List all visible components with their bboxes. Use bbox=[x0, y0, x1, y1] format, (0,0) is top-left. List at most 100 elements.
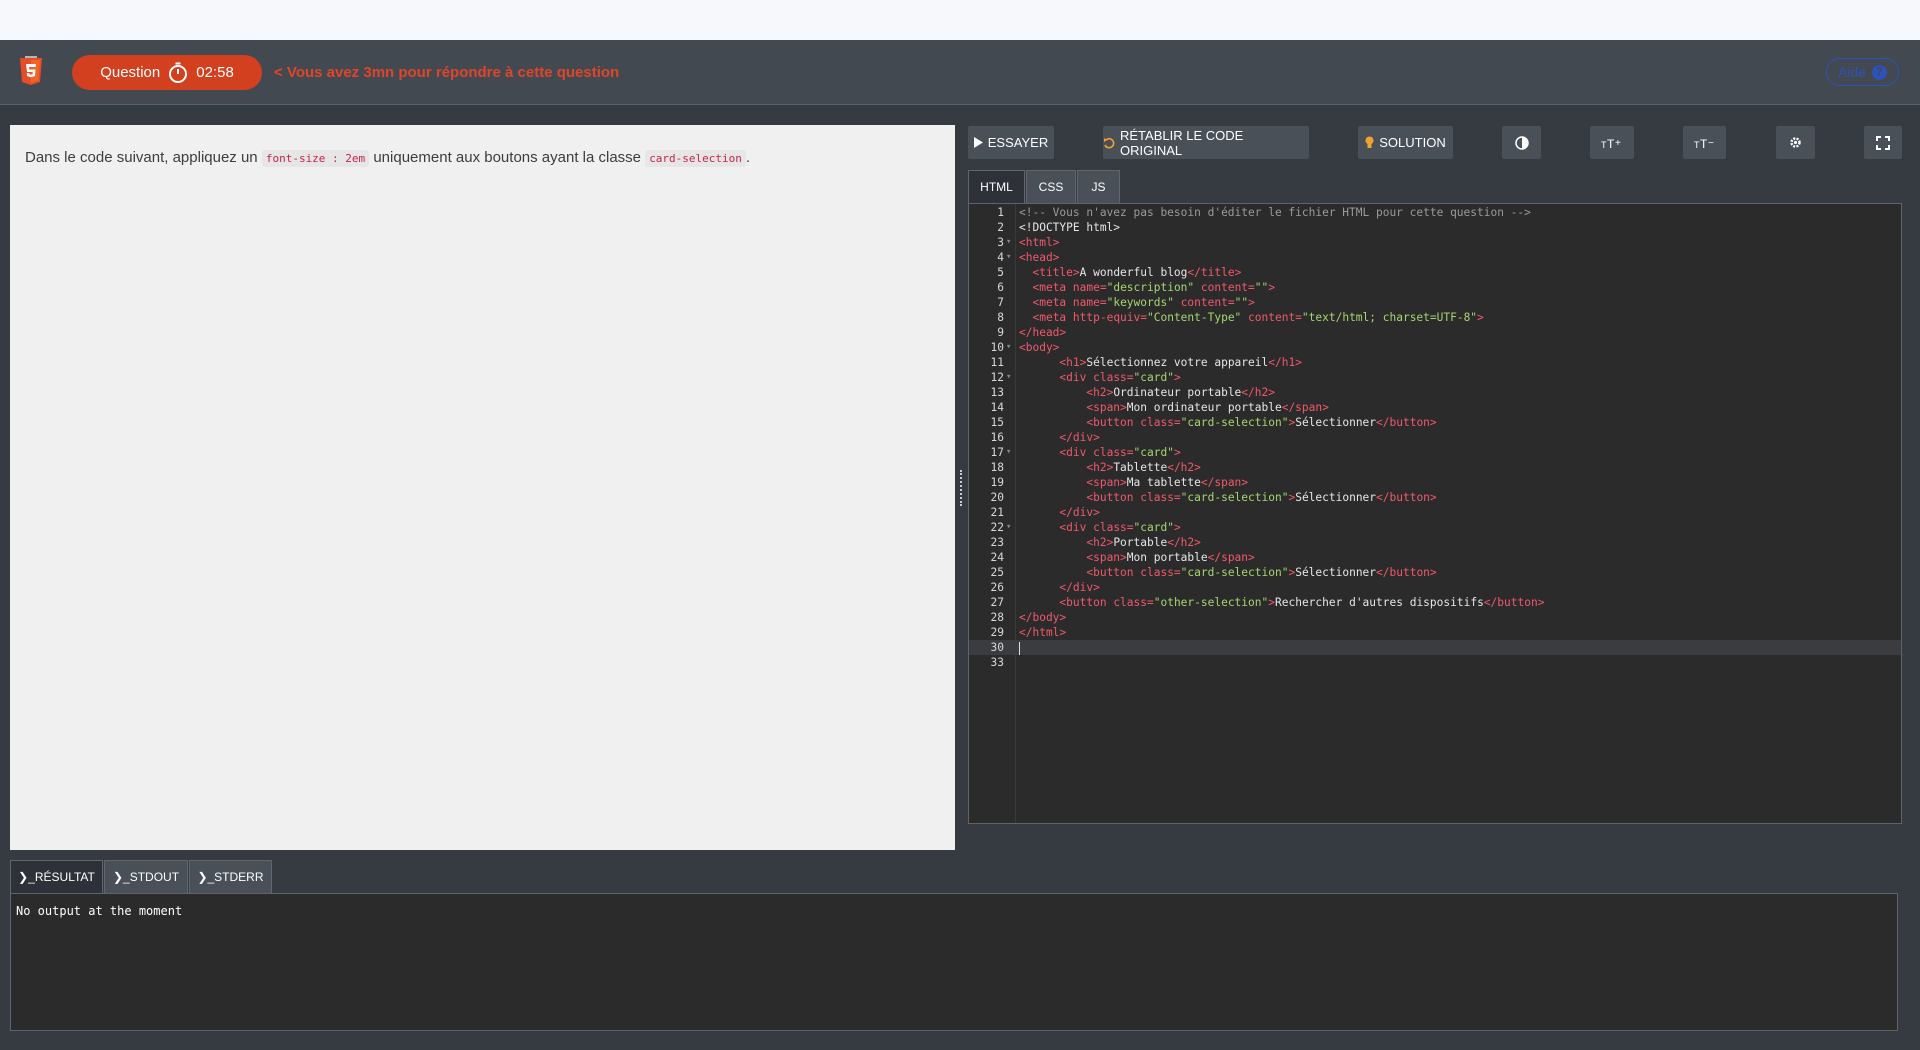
solution-button[interactable]: SOLUTION bbox=[1358, 126, 1453, 159]
code-token: <h2> bbox=[1086, 461, 1114, 474]
code-line[interactable]: 2 <!DOCTYPE html> bbox=[969, 220, 1901, 235]
instruction-code-font-size: font-size : 2em bbox=[261, 150, 370, 167]
code-line[interactable]: 30 bbox=[969, 640, 1901, 655]
code-line[interactable]: 9 </head> bbox=[969, 325, 1901, 340]
tab-html[interactable]: HTML bbox=[968, 170, 1025, 203]
fullscreen-button[interactable] bbox=[1864, 126, 1902, 159]
code-line[interactable]: 7 <meta name="keywords" content=""> bbox=[969, 295, 1901, 310]
code-token: class= bbox=[1140, 566, 1181, 579]
code-token: > bbox=[1268, 281, 1276, 294]
code-token: <div bbox=[1059, 521, 1094, 534]
solution-label: SOLUTION bbox=[1379, 135, 1446, 150]
code-line[interactable]: 1 <!-- Vous n'avez pas besoin d'éditer le… bbox=[969, 205, 1901, 220]
code-line[interactable]: 3 ▾ <html> bbox=[969, 235, 1901, 250]
line-number: 23 bbox=[990, 536, 1004, 549]
line-text: </div> bbox=[1019, 505, 1099, 520]
run-button[interactable]: ESSAYER bbox=[968, 126, 1054, 159]
fold-arrow-icon[interactable]: ▾ bbox=[1006, 520, 1011, 535]
code-line[interactable]: 8 <meta http-equiv="Content-Type" conten… bbox=[969, 310, 1901, 325]
code-token: <body> bbox=[1019, 341, 1060, 354]
code-line[interactable]: 6 <meta name="description" content=""> bbox=[969, 280, 1901, 295]
theme-toggle-button[interactable] bbox=[1502, 126, 1541, 159]
code-line[interactable]: 15 <button class="card-selection">Sélect… bbox=[969, 415, 1901, 430]
code-token: Portable bbox=[1113, 536, 1168, 549]
code-token: "description" bbox=[1106, 281, 1195, 294]
code-line[interactable]: 4 ▾ <head> bbox=[969, 250, 1901, 265]
help-button[interactable]: Aide ? bbox=[1826, 58, 1899, 86]
code-token: content= bbox=[1241, 311, 1302, 324]
tab-result[interactable]: ❯_RÉSULTAT bbox=[10, 860, 103, 893]
tab-css[interactable]: CSS bbox=[1026, 170, 1076, 203]
code-line[interactable]: 29 </html> bbox=[969, 625, 1901, 640]
code-token: <meta bbox=[1032, 296, 1073, 309]
code-line[interactable]: 17 ▾ <div class="card"> bbox=[969, 445, 1901, 460]
code-line[interactable]: 5 <title>A wonderful blog</title> bbox=[969, 265, 1901, 280]
code-line[interactable]: 25 <button class="card-selection">Sélect… bbox=[969, 565, 1901, 580]
help-label: Aide bbox=[1837, 64, 1867, 80]
instruction-text: Dans le code suivant, appliquez un font-… bbox=[25, 149, 750, 167]
code-line[interactable]: 14 <span>Mon ordinateur portable</span> bbox=[969, 400, 1901, 415]
tab-stderr[interactable]: ❯_STDERR bbox=[189, 860, 272, 893]
line-text: <h2>Tablette</h2> bbox=[1019, 460, 1201, 475]
settings-button[interactable] bbox=[1776, 126, 1815, 159]
line-text: <meta name="description" content=""> bbox=[1019, 280, 1275, 295]
line-number: 20 bbox=[990, 491, 1004, 504]
code-area[interactable]: 1 <!-- Vous n'avez pas besoin d'éditer le… bbox=[969, 205, 1901, 670]
instruction-code-class: card-selection bbox=[645, 150, 746, 167]
line-text: </body> bbox=[1019, 610, 1066, 625]
code-token: name= bbox=[1072, 296, 1107, 309]
code-token: </html> bbox=[1019, 626, 1067, 639]
panel-resize-handle[interactable] bbox=[957, 470, 965, 506]
line-number: 11 bbox=[990, 356, 1004, 369]
code-editor[interactable]: 1 <!-- Vous n'avez pas besoin d'éditer le… bbox=[968, 203, 1902, 824]
font-size-decrease-icon: T T − bbox=[1694, 137, 1716, 149]
code-token: <button bbox=[1086, 416, 1141, 429]
line-text: <span>Mon ordinateur portable</span> bbox=[1019, 400, 1329, 415]
question-panel: Dans le code suivant, appliquez un font-… bbox=[10, 125, 955, 850]
fold-arrow-icon[interactable]: ▾ bbox=[1006, 445, 1011, 460]
code-line[interactable]: 11 <h1>Sélectionnez votre appareil</h1> bbox=[969, 355, 1901, 370]
line-number: 14 bbox=[990, 401, 1004, 414]
code-token: <h2> bbox=[1086, 386, 1114, 399]
code-line[interactable]: 33 bbox=[969, 655, 1901, 670]
code-line[interactable]: 12 ▾ <div class="card"> bbox=[969, 370, 1901, 385]
code-line[interactable]: 10 ▾ <body> bbox=[969, 340, 1901, 355]
line-text: <button class="card-selection">Sélection… bbox=[1019, 565, 1436, 580]
line-number: 7 bbox=[997, 296, 1004, 309]
code-token: <html> bbox=[1019, 236, 1060, 249]
fold-arrow-icon[interactable]: ▾ bbox=[1006, 340, 1011, 355]
code-line[interactable]: 18 <h2>Tablette</h2> bbox=[969, 460, 1901, 475]
code-line[interactable]: 27 <button class="other-selection">Reche… bbox=[969, 595, 1901, 610]
code-token: <button bbox=[1086, 491, 1141, 504]
fold-arrow-icon[interactable]: ▾ bbox=[1006, 250, 1011, 265]
code-line[interactable]: 23 <h2>Portable</h2> bbox=[969, 535, 1901, 550]
line-text: <div class="card"> bbox=[1019, 370, 1180, 385]
tab-js[interactable]: JS bbox=[1077, 170, 1120, 203]
code-token: Ma tablette bbox=[1126, 476, 1201, 489]
line-text: <button class="other-selection">Recherch… bbox=[1019, 595, 1544, 610]
code-line[interactable]: 28 </body> bbox=[969, 610, 1901, 625]
fold-arrow-icon[interactable]: ▾ bbox=[1006, 370, 1011, 385]
reset-code-button[interactable]: RÉTABLIR LE CODE ORIGINAL bbox=[1103, 126, 1309, 159]
line-number: 26 bbox=[990, 581, 1004, 594]
code-line[interactable]: 21 </div> bbox=[969, 505, 1901, 520]
code-line[interactable]: 26 </div> bbox=[969, 580, 1901, 595]
contrast-icon bbox=[1514, 135, 1529, 150]
font-decrease-button[interactable]: T T − bbox=[1683, 126, 1726, 159]
font-increase-button[interactable]: T T + bbox=[1590, 126, 1634, 159]
code-line[interactable]: 16 </div> bbox=[969, 430, 1901, 445]
code-line[interactable]: 24 <span>Mon portable</span> bbox=[969, 550, 1901, 565]
code-line[interactable]: 19 <span>Ma tablette</span> bbox=[969, 475, 1901, 490]
line-number: 24 bbox=[990, 551, 1004, 564]
code-line[interactable]: 22 ▾ <div class="card"> bbox=[969, 520, 1901, 535]
tab-stdout[interactable]: ❯_STDOUT bbox=[104, 860, 188, 893]
code-line[interactable]: 20 <button class="card-selection">Sélect… bbox=[969, 490, 1901, 505]
line-text: </div> bbox=[1019, 430, 1099, 445]
question-timer-pill: Question 02:58 bbox=[72, 55, 262, 90]
code-line[interactable]: 13 <h2>Ordinateur portable</h2> bbox=[969, 385, 1901, 400]
fold-arrow-icon[interactable]: ▾ bbox=[1006, 235, 1011, 250]
code-token: > bbox=[1268, 596, 1275, 609]
code-token: </h2> bbox=[1241, 386, 1275, 399]
